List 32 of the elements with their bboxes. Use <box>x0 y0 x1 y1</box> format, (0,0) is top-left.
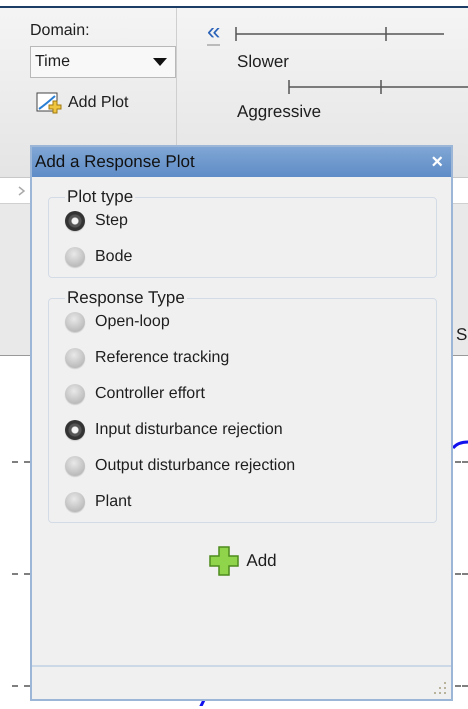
option-label: Input disturbance rejection <box>95 421 283 439</box>
option-label: Controller effort <box>95 385 205 403</box>
plus-icon <box>208 545 240 577</box>
radio-button[interactable] <box>65 420 85 440</box>
resize-grip-icon <box>433 681 447 695</box>
radio-button[interactable] <box>65 312 85 332</box>
slider-label: Aggressive <box>237 102 322 122</box>
option-label: Open-loop <box>95 313 170 331</box>
domain-dropdown[interactable]: Time <box>30 46 176 78</box>
option-label: Plant <box>95 493 132 511</box>
group-legend: Response Type <box>65 288 187 308</box>
domain-label: Domain: <box>30 22 91 40</box>
dialog-title: Add a Response Plot <box>35 152 195 172</box>
option-label: Bode <box>95 248 132 266</box>
radio-button[interactable] <box>65 211 85 231</box>
chevron-icon <box>18 186 26 196</box>
collapse-button[interactable]: « <box>207 20 220 46</box>
plot-add-icon <box>36 90 62 116</box>
radio-button[interactable] <box>65 384 85 404</box>
radio-button[interactable] <box>65 456 85 476</box>
group-legend: Plot type <box>65 187 136 207</box>
option-label: Output disturbance rejection <box>95 457 296 475</box>
side-label: S <box>456 325 468 345</box>
radio-button[interactable] <box>65 348 85 368</box>
option-label: Reference tracking <box>95 349 230 367</box>
add-plot-button[interactable]: Add Plot <box>36 90 176 116</box>
caret-icon <box>153 58 167 66</box>
radio-button[interactable] <box>65 247 85 267</box>
slider-label: Slower <box>237 52 290 72</box>
add-button[interactable]: Add <box>208 545 277 577</box>
option-label: Step <box>95 212 128 230</box>
radio-button[interactable] <box>65 492 85 512</box>
